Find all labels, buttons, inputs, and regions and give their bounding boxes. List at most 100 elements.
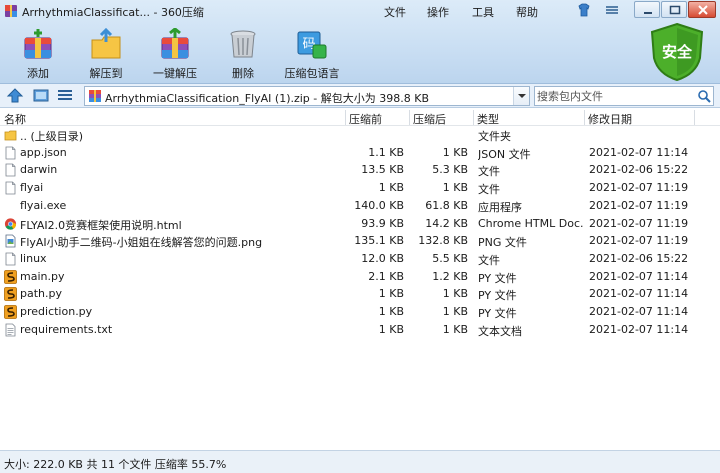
file-row[interactable]: linux 12.0 KB 5.5 KB 文件 2021-02-06 15:22 xyxy=(0,250,720,268)
column-divider[interactable] xyxy=(694,110,695,125)
search-box[interactable] xyxy=(534,86,714,106)
file-row[interactable]: flyai 1 KB 1 KB 文件 2021-02-07 11:19 xyxy=(0,179,720,197)
file-packed-size: 5.5 KB xyxy=(432,251,468,265)
menu-file[interactable]: 文件 xyxy=(384,4,406,20)
file-list[interactable]: .. (上级目录) 文件夹 app.json 1.1 KB 1 KB JSON 文件 202… xyxy=(0,126,720,450)
file-modified: 2021-02-07 11:19 xyxy=(589,198,689,212)
one-click-extract-button[interactable]: 一键解压 xyxy=(138,26,212,80)
file-type: 文件 xyxy=(478,183,500,197)
file-size: 93.9 KB xyxy=(361,216,404,230)
file-icon xyxy=(4,181,17,195)
file-row[interactable]: FlyAI小助手二维码-小姐姐在线解答您的问题.png 135.1 KB 132.8… xyxy=(0,232,720,250)
file-name: FlyAI小助手二维码-小姐姐在线解答您的问题.png xyxy=(20,236,263,250)
file-size: 140.0 KB xyxy=(354,198,404,212)
file-row[interactable]: .. (上级目录) 文件夹 xyxy=(0,126,720,144)
file-row[interactable]: darwin 13.5 KB 5.3 KB 文件 2021-02-06 15:22 xyxy=(0,161,720,179)
file-packed-size: 1 KB xyxy=(442,305,468,318)
add-button[interactable]: 添加 xyxy=(1,26,75,80)
status-bar: 大小: 222.0 KB 共 11 个文件 压缩率 55.7% xyxy=(0,450,720,473)
file-row[interactable]: flyai.exe 140.0 KB 61.8 KB 应用程序 2021-02-07 1… xyxy=(0,197,720,215)
menu-tools[interactable]: 工具 xyxy=(472,4,494,20)
file-type: PY 文件 xyxy=(478,307,517,320)
column-modified[interactable]: 修改日期 xyxy=(588,111,632,127)
file-row[interactable]: app.json 1.1 KB 1 KB JSON 文件 2021-02-07 11:1… xyxy=(0,144,720,162)
file-type: JSON 文件 xyxy=(478,147,531,161)
file-packed-size: 1.2 KB xyxy=(432,269,468,283)
file-name: path.py xyxy=(20,287,62,301)
file-type: Chrome HTML Doc... xyxy=(478,216,584,230)
file-row[interactable]: requirements.txt 1 KB 1 KB 文本文档 2021-02-07 1… xyxy=(0,321,720,339)
maximize-button[interactable] xyxy=(661,1,687,18)
menu-operation[interactable]: 操作 xyxy=(427,4,449,20)
security-badge[interactable]: 安全 xyxy=(648,22,706,82)
file-type: PNG 文件 xyxy=(478,236,527,250)
column-divider[interactable] xyxy=(473,110,474,125)
column-divider[interactable] xyxy=(345,110,346,125)
file-name: flyai.exe xyxy=(20,198,67,212)
file-size: 1 KB xyxy=(378,322,404,336)
up-arrow-icon[interactable] xyxy=(6,87,24,104)
skin-icon[interactable] xyxy=(576,2,592,18)
python-file-icon xyxy=(4,287,17,302)
window-title: ArrhythmiaClassificat... - 360压缩 xyxy=(22,6,204,19)
column-divider[interactable] xyxy=(409,110,410,125)
address-row: ArrhythmiaClassification_FlyAI (1).zip -… xyxy=(0,84,720,108)
file-packed-size: 5.3 KB xyxy=(432,163,468,177)
file-modified: 2021-02-07 11:14 xyxy=(589,305,689,318)
file-size: 2.1 KB xyxy=(368,269,404,283)
file-packed-size: 14.2 KB xyxy=(425,216,468,230)
file-packed-size: 1 KB xyxy=(442,287,468,301)
file-size: 1 KB xyxy=(378,287,404,301)
file-row[interactable]: prediction.py 1 KB 1 KB PY 文件 2021-02-07 11:… xyxy=(0,303,720,321)
file-name: FLYAI2.0竞赛框架使用说明.html xyxy=(20,218,182,232)
file-icon xyxy=(4,163,17,177)
column-name[interactable]: 名称 xyxy=(4,111,26,127)
file-modified: 2021-02-07 11:14 xyxy=(589,269,689,283)
delete-button[interactable]: 删除 xyxy=(206,26,280,80)
close-button[interactable] xyxy=(688,1,716,18)
file-packed-size: 132.8 KB xyxy=(418,234,468,248)
one-click-extract-icon xyxy=(161,28,189,59)
file-packed-size: 1 KB xyxy=(442,145,468,159)
column-type[interactable]: 类型 xyxy=(477,111,499,127)
archive-language-button[interactable]: 码 压缩包语言 xyxy=(275,26,349,80)
column-packed-size[interactable]: 压缩后 xyxy=(413,111,446,127)
file-row[interactable]: FLYAI2.0竞赛框架使用说明.html 93.9 KB 14.2 KB Chrom… xyxy=(0,215,720,233)
file-name: requirements.txt xyxy=(20,322,113,336)
file-name: app.json xyxy=(20,145,67,159)
column-size[interactable]: 压缩前 xyxy=(349,111,382,127)
file-size: 135.1 KB xyxy=(354,234,404,248)
archive-path-field[interactable]: ArrhythmiaClassification_FlyAI (1).zip -… xyxy=(84,86,530,106)
file-type: PY 文件 xyxy=(478,271,517,285)
extract-to-button[interactable]: 解压到 xyxy=(69,26,143,80)
file-size: 12.0 KB xyxy=(361,251,404,265)
settings-icon[interactable] xyxy=(604,2,620,18)
path-dropdown-button[interactable] xyxy=(513,87,529,105)
security-label: 安全 xyxy=(661,43,692,61)
file-icon xyxy=(4,252,17,266)
archive-language-label: 压缩包语言 xyxy=(284,67,340,80)
file-modified: 2021-02-06 15:22 xyxy=(589,251,689,265)
thumbnail-view-icon[interactable] xyxy=(32,87,50,104)
exe-icon xyxy=(4,199,17,213)
file-row[interactable]: main.py 2.1 KB 1.2 KB PY 文件 2021-02-07 11:14 xyxy=(0,268,720,286)
add-label: 添加 xyxy=(27,67,49,80)
image-file-icon xyxy=(4,234,17,248)
delete-trash-icon xyxy=(230,30,256,58)
file-modified: 2021-02-07 11:19 xyxy=(589,181,689,195)
chrome-icon xyxy=(4,217,17,231)
column-divider[interactable] xyxy=(584,110,585,125)
minimize-button[interactable] xyxy=(634,1,660,18)
file-modified: 2021-02-07 11:19 xyxy=(589,216,689,230)
search-input[interactable] xyxy=(537,89,693,103)
file-modified: 2021-02-06 15:22 xyxy=(589,163,689,177)
search-icon[interactable] xyxy=(697,89,711,103)
file-size: 1 KB xyxy=(378,181,404,195)
title-bar[interactable]: ArrhythmiaClassificat... - 360压缩 文件 操作 工… xyxy=(0,0,720,22)
list-view-icon[interactable] xyxy=(56,87,74,104)
menu-help[interactable]: 帮助 xyxy=(516,4,538,20)
status-text: 大小: 222.0 KB 共 11 个文件 压缩率 55.7% xyxy=(4,458,227,471)
app-logo-icon xyxy=(5,5,17,17)
file-row[interactable]: path.py 1 KB 1 KB PY 文件 2021-02-07 11:14 xyxy=(0,285,720,303)
file-packed-size: 61.8 KB xyxy=(425,198,468,212)
